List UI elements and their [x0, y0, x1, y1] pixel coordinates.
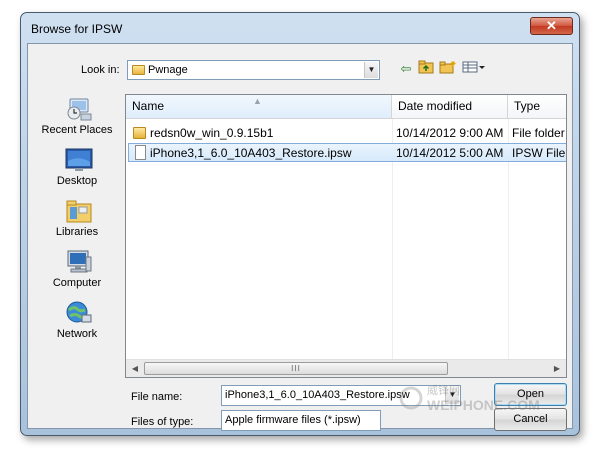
folder-icon: [132, 65, 145, 75]
place-label: Network: [56, 328, 98, 340]
place-label: Libraries: [55, 226, 99, 238]
close-button[interactable]: ✕: [530, 17, 573, 35]
place-label: Desktop: [56, 175, 98, 187]
network-icon: [65, 300, 93, 326]
folder-icon: [133, 127, 146, 139]
file-name-label: File name:: [131, 391, 183, 403]
horizontal-scrollbar[interactable]: ◀ III ▶: [126, 359, 566, 377]
look-in-label: Look in:: [81, 64, 120, 76]
back-arrow-icon[interactable]: ⇦: [397, 60, 415, 78]
file-type: File folder: [512, 126, 565, 140]
look-in-value: Pwnage: [148, 64, 188, 76]
recent-places-icon: [65, 96, 93, 122]
file-type: IPSW File: [512, 146, 566, 160]
place-label: Computer: [52, 277, 102, 289]
file-date: 10/14/2012 9:00 AM: [396, 126, 504, 140]
file-type-label: Files of type:: [131, 416, 194, 428]
open-button[interactable]: Open: [494, 383, 567, 406]
file-type-value: Apple firmware files (*.ipsw): [225, 414, 361, 426]
column-header-type[interactable]: Type: [508, 95, 566, 119]
computer-icon: [65, 249, 93, 275]
scroll-left-icon[interactable]: ◀: [128, 362, 142, 376]
desktop-icon: [65, 147, 93, 173]
sort-ascending-icon: ▲: [253, 96, 262, 106]
column-header-date[interactable]: Date modified: [392, 95, 508, 119]
place-computer[interactable]: Computer: [34, 247, 120, 297]
column-header-name[interactable]: ▲ Name: [126, 95, 392, 119]
file-name-value: iPhone3,1_6.0_10A403_Restore.ipsw: [225, 389, 410, 401]
view-menu-icon[interactable]: [461, 60, 487, 78]
column-label: Name: [132, 99, 165, 113]
list-item[interactable]: redsn0w_win_0.9.15b1 10/14/2012 9:00 AM …: [128, 124, 566, 143]
place-label: Recent Places: [41, 124, 113, 136]
file-name-field[interactable]: iPhone3,1_6.0_10A403_Restore.ipsw ▼: [221, 385, 461, 406]
place-libraries[interactable]: Libraries: [34, 196, 120, 246]
place-network[interactable]: Network: [34, 298, 120, 348]
file-icon: [135, 145, 146, 160]
place-recent-places[interactable]: Recent Places: [34, 94, 120, 144]
column-label: Type: [514, 99, 541, 113]
places-bar: Recent Places Desktop Libraries Computer: [34, 94, 120, 354]
look-in-dropdown[interactable]: Pwnage ▼: [127, 60, 380, 80]
file-name: redsn0w_win_0.9.15b1: [150, 126, 274, 140]
place-desktop[interactable]: Desktop: [34, 145, 120, 195]
file-type-dropdown[interactable]: Apple firmware files (*.ipsw): [221, 410, 381, 431]
new-folder-icon[interactable]: [439, 60, 457, 78]
scroll-right-icon[interactable]: ▶: [550, 362, 564, 376]
file-list[interactable]: ▲ Name Date modified Type redsn0w_win_0.…: [125, 94, 567, 378]
up-folder-icon[interactable]: [417, 60, 435, 78]
scrollbar-thumb[interactable]: III: [144, 362, 448, 375]
file-name: iPhone3,1_6.0_10A403_Restore.ipsw: [150, 146, 352, 160]
column-label: Date modified: [398, 99, 473, 113]
dialog-body: Look in: Pwnage ▼ ⇦ Recent Places Deskto…: [27, 43, 573, 431]
dialog-window: Browse for IPSW ✕ Look in: Pwnage ▼ ⇦ Re…: [20, 12, 580, 436]
chevron-down-icon[interactable]: ▼: [364, 62, 378, 78]
list-item-selected[interactable]: iPhone3,1_6.0_10A403_Restore.ipsw 10/14/…: [128, 143, 566, 162]
cancel-button[interactable]: Cancel: [494, 408, 567, 431]
window-title: Browse for IPSW: [31, 22, 123, 36]
file-date: 10/14/2012 5:00 AM: [396, 146, 504, 160]
chevron-down-icon[interactable]: ▼: [445, 387, 459, 404]
libraries-icon: [65, 198, 93, 224]
title-bar[interactable]: Browse for IPSW ✕: [21, 13, 579, 43]
